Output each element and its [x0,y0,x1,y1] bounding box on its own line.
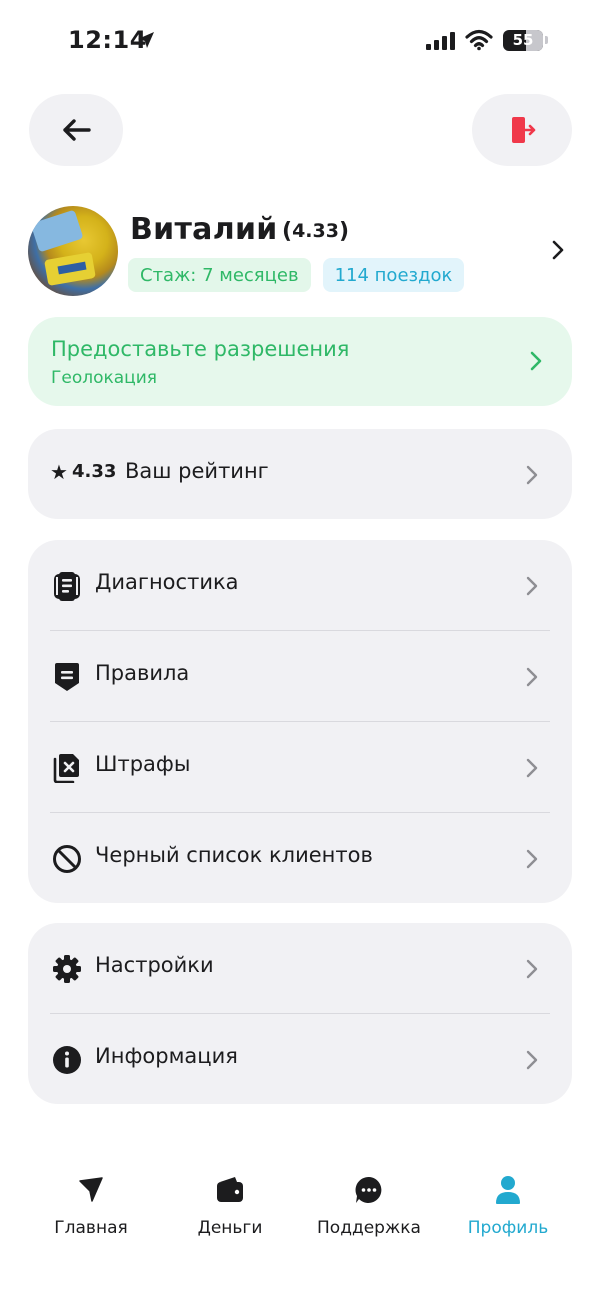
laurel-left-icon: ( [282,218,293,244]
back-button[interactable] [29,94,123,166]
info-icon [52,1045,82,1075]
battery-level: 55 [512,31,534,49]
location-arrow-icon [138,32,154,48]
tab-home[interactable]: Главная [16,1170,166,1238]
arrow-left-icon [63,119,91,141]
rating-label: Ваш рейтинг [125,459,269,483]
chevron-right-icon [530,351,542,371]
menu-item-label: Правила [95,661,190,685]
cellular-signal-icon [426,32,455,50]
tab-label: Поддержка [317,1218,421,1238]
battery-icon: 55 [503,30,543,51]
wifi-icon [465,29,493,51]
tab-support[interactable]: Поддержка [294,1170,444,1238]
fines-icon [52,753,82,783]
chevron-right-icon [526,667,538,687]
permissions-subtitle: Геолокация [51,368,158,388]
chevron-right-icon [526,758,538,778]
menu-item-label: Информация [95,1044,238,1068]
rating-laurel: ( 4.33 ) [282,216,349,246]
tab-label: Деньги [197,1218,263,1238]
logout-button[interactable] [472,94,572,166]
navigation-icon [79,1177,103,1202]
menu-item-label: Диагностика [95,570,239,594]
menu-item-settings[interactable]: Настройки [28,923,572,1013]
profile-rating-value: 4.33 [292,220,339,242]
rating-row[interactable]: ★ 4.33 Ваш рейтинг [28,429,572,519]
status-bar: 12:14 55 [0,0,600,80]
menu-item-label: Штрафы [95,752,191,776]
menu-item-label: Черный список клиентов [95,843,373,867]
menu-item-rules[interactable]: Правила [28,631,572,721]
driver-name: Виталий [130,212,278,247]
permissions-banner[interactable]: Предоставьте разрешения Геолокация [28,317,572,406]
rules-icon [52,662,82,692]
bottom-tab-bar: Главная Деньги Поддержка Профиль [0,1170,600,1260]
gear-icon [52,954,82,984]
menu-item-fines[interactable]: Штрафы [28,722,572,812]
chevron-right-icon [526,959,538,979]
chevron-right-icon [552,240,564,260]
menu-item-diagnostics[interactable]: Диагностика [28,540,572,630]
permissions-title: Предоставьте разрешения [51,337,350,361]
main-menu-card: Диагностика Правила Штрафы Черный список… [28,540,572,903]
menu-item-label: Настройки [95,953,214,977]
menu-item-blacklist[interactable]: Черный список клиентов [28,813,572,903]
settings-menu-card: Настройки Информация [28,923,572,1104]
trips-badge: 114 поездок [322,258,465,292]
block-icon [52,844,82,874]
tab-label: Главная [54,1218,128,1238]
experience-badge: Стаж: 7 месяцев [128,258,311,292]
chat-icon [355,1176,382,1203]
star-icon: ★ [50,460,68,484]
profile-badges: Стаж: 7 месяцев 114 поездок [128,258,465,292]
rating-card: ★ 4.33 Ваш рейтинг [28,429,572,519]
chevron-right-icon [526,465,538,485]
tab-money[interactable]: Деньги [155,1170,305,1238]
tab-label: Профиль [467,1218,549,1238]
battery-tip [545,36,548,44]
chevron-right-icon [526,576,538,596]
rating-value: 4.33 [72,461,117,482]
laurel-right-icon: ) [338,218,350,244]
tab-profile[interactable]: Профиль [433,1170,583,1238]
chevron-right-icon [526,849,538,869]
person-icon [496,1176,520,1204]
document-icon [52,571,82,601]
logout-icon [512,117,536,143]
profile-header[interactable]: Виталий ( 4.33 ) Стаж: 7 месяцев 114 пое… [28,206,572,296]
avatar[interactable] [28,206,118,296]
menu-item-information[interactable]: Информация [28,1014,572,1104]
wallet-icon [217,1177,243,1202]
chevron-right-icon [526,1050,538,1070]
